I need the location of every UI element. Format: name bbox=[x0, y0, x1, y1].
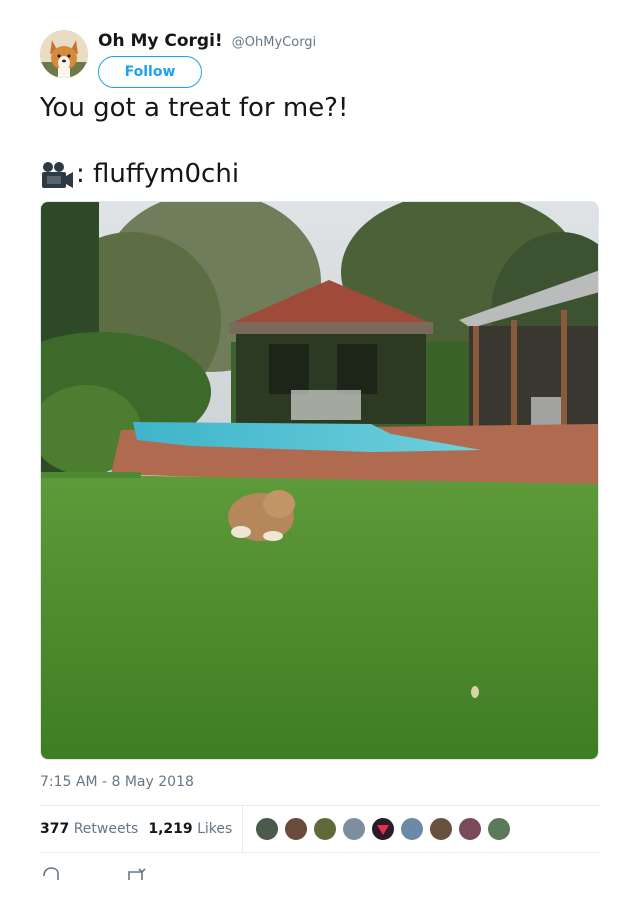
video-camera-icon bbox=[42, 161, 73, 188]
liker-avatar[interactable] bbox=[342, 817, 366, 841]
likes-label: Likes bbox=[197, 821, 233, 837]
corgi-in-backyard-photo bbox=[41, 202, 598, 759]
liker-avatars bbox=[255, 817, 516, 841]
author-avatar[interactable] bbox=[40, 30, 88, 78]
tweet-text: You got a treat for me?! bbox=[40, 93, 349, 123]
author-name-row: Oh My Corgi! @OhMyCorgi bbox=[98, 31, 316, 51]
likes-count: 1,219 bbox=[148, 821, 193, 837]
liker-avatar[interactable] bbox=[284, 817, 308, 841]
stats-bottom-divider bbox=[40, 852, 600, 853]
tweet-credit-line: : fluffym0chi bbox=[40, 158, 600, 191]
liker-avatar[interactable] bbox=[429, 817, 453, 841]
tweet-timestamp[interactable]: 7:15 AM - 8 May 2018 bbox=[40, 774, 194, 790]
retweets-stat[interactable]: 377 Retweets bbox=[40, 821, 138, 837]
retweets-count: 377 bbox=[40, 821, 70, 837]
liker-avatar[interactable] bbox=[400, 817, 424, 841]
liker-avatar[interactable] bbox=[313, 817, 337, 841]
tweet-card: Oh My Corgi! @OhMyCorgi Follow You got a… bbox=[0, 0, 640, 914]
likes-stat[interactable]: 1,219 Likes bbox=[148, 821, 232, 837]
retweets-label: Retweets bbox=[73, 821, 139, 837]
liker-avatar[interactable] bbox=[255, 817, 279, 841]
author-display-name[interactable]: Oh My Corgi! bbox=[98, 31, 223, 51]
tweet-media-photo[interactable] bbox=[40, 201, 599, 760]
stats-separator bbox=[242, 806, 243, 852]
liker-avatar[interactable] bbox=[458, 817, 482, 841]
tweet-actions bbox=[40, 864, 212, 880]
triangle-logo-icon bbox=[377, 825, 389, 835]
reply-icon[interactable] bbox=[40, 864, 62, 880]
liker-avatar[interactable] bbox=[371, 817, 395, 841]
liker-avatar[interactable] bbox=[487, 817, 511, 841]
retweet-icon[interactable] bbox=[126, 864, 148, 880]
credit-text: : fluffym0chi bbox=[76, 159, 240, 189]
corgi-avatar-icon bbox=[40, 30, 88, 78]
author-handle[interactable]: @OhMyCorgi bbox=[232, 35, 316, 50]
follow-button[interactable]: Follow bbox=[98, 56, 202, 88]
